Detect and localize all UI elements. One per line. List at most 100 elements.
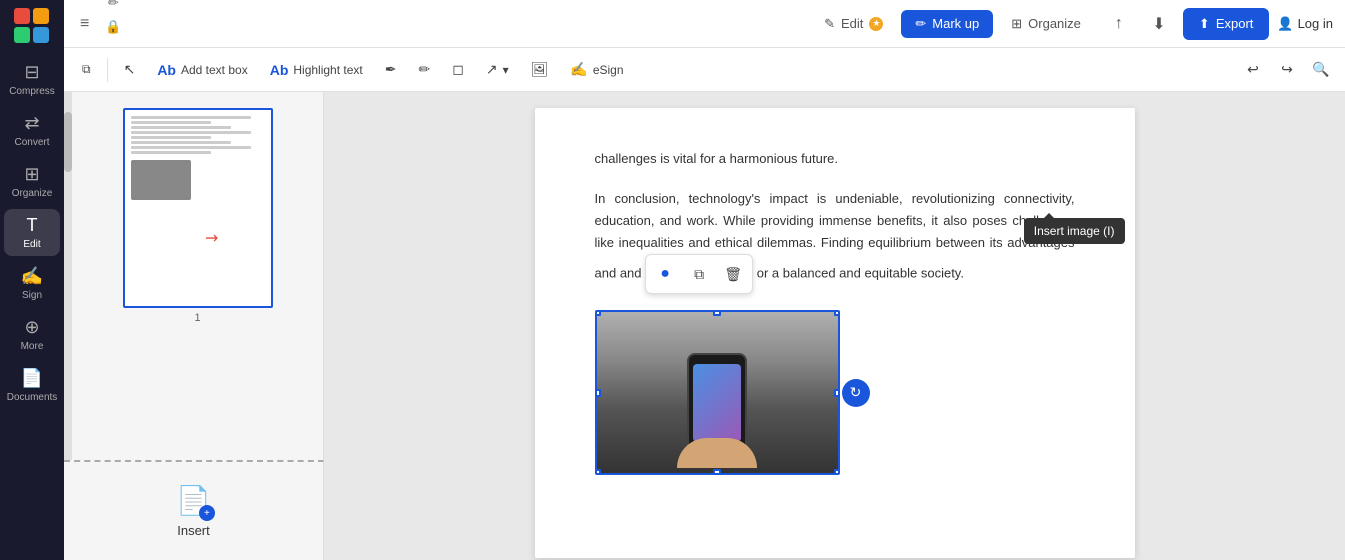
topbar-center: ✎ Edit ★ ✏ Mark up ⊞ Organize: [810, 10, 1095, 38]
thumb-image-placeholder: [131, 160, 191, 200]
convert-icon: ⇄: [24, 113, 39, 134]
organize-tab-icon: ⊞: [1011, 16, 1022, 32]
rotate-handle[interactable]: ↻: [842, 379, 870, 407]
thumb-line: [131, 121, 211, 124]
selection-handle-tr[interactable]: [834, 310, 840, 316]
arrow-button[interactable]: ↗ ▾: [476, 54, 519, 86]
red-arrow-indicator: ↗: [200, 226, 224, 250]
redo-button[interactable]: ↪: [1271, 54, 1303, 86]
tab-markup[interactable]: ✏ Mark up: [901, 10, 993, 38]
esign-button[interactable]: ✍ eSign: [560, 54, 633, 86]
sidebar-item-more[interactable]: ⊕ More: [4, 311, 60, 358]
sidebar-item-label: Compress: [9, 86, 55, 97]
insert-image-button[interactable]: 🖼: [521, 54, 559, 86]
toolbar-divider-1: [107, 58, 108, 82]
highlight-text-button[interactable]: Ab Highlight text: [260, 54, 373, 86]
edit-tab-icon: ✎: [824, 16, 835, 32]
scroll-thumb[interactable]: [64, 112, 72, 172]
sidebar-item-label: More: [21, 341, 44, 352]
undo-button[interactable]: ↩: [1237, 54, 1269, 86]
search-icon: 🔍: [1312, 61, 1329, 78]
image-icon: 🖼: [531, 61, 549, 78]
tab-edit[interactable]: ✎ Edit ★: [810, 10, 897, 38]
selection-handle-br[interactable]: [834, 469, 840, 475]
image-float-toolbar: ● ⧉ 🗑: [645, 254, 753, 294]
sidebar-item-sign[interactable]: ✍ Sign: [4, 260, 60, 307]
page-number: 1: [194, 312, 200, 324]
search-button[interactable]: 🔍: [1305, 54, 1337, 86]
add-text-label: Add text box: [181, 63, 248, 77]
insert-panel[interactable]: 📄 + Insert: [64, 460, 324, 560]
thumb-line: [131, 126, 232, 129]
undo-icon: ↩: [1247, 61, 1259, 78]
add-text-button[interactable]: Ab Add text box: [147, 54, 257, 86]
pdf-page: Insert image (I) challenges is vital for…: [535, 108, 1135, 558]
login-button[interactable]: 👤 Log in: [1277, 16, 1333, 32]
image-container[interactable]: ↻: [595, 310, 840, 475]
selection-handle-mr[interactable]: [834, 389, 840, 397]
thumbnail-inner: ↗: [125, 110, 271, 306]
select-tool-button[interactable]: ↖: [114, 54, 146, 86]
float-delete-button[interactable]: 🗑: [717, 258, 749, 290]
selection-handle-ml[interactable]: [595, 389, 601, 397]
eraser-icon: ◻: [452, 61, 464, 78]
documents-icon: 📄: [21, 368, 43, 389]
esign-label: eSign: [593, 63, 624, 77]
logo-quad-green: [14, 27, 30, 43]
download-button[interactable]: ⬇: [1143, 8, 1175, 40]
export-label: Export: [1216, 16, 1254, 31]
pen-icon: ✒: [385, 61, 397, 78]
sidebar-item-convert[interactable]: ⇄ Convert: [4, 107, 60, 154]
eraser-button[interactable]: ◻: [442, 54, 474, 86]
sidebar-item-label: Sign: [22, 290, 42, 301]
sidebar-item-documents[interactable]: 📄 Documents: [4, 362, 60, 409]
pen-button[interactable]: ✒: [375, 54, 407, 86]
float-copy-button[interactable]: ⧉: [683, 258, 715, 290]
selection-handle-bm[interactable]: [713, 469, 721, 475]
selected-image[interactable]: [595, 310, 840, 475]
pencil-button[interactable]: ✏: [408, 54, 440, 86]
sign-icon: ✍: [21, 266, 43, 287]
selection-handle-tl[interactable]: [595, 310, 601, 316]
edit-filename-icon[interactable]: ✏: [101, 0, 125, 15]
organize-tab-label: Organize: [1028, 16, 1081, 31]
selection-handle-tm[interactable]: [713, 310, 721, 316]
editor-area[interactable]: Insert image (I) challenges is vital for…: [324, 92, 1345, 560]
redo-icon: ↪: [1281, 61, 1293, 78]
organize-icon: ⊞: [24, 164, 39, 185]
paragraph-2-end-text: or a balanced and equitable society.: [757, 266, 964, 281]
topbar-right: ↑ ⬇ ⬆ Export 👤 Log in: [1103, 8, 1333, 40]
add-text-icon: Ab: [157, 62, 176, 78]
page-thumbnail-1[interactable]: ↗ 1: [123, 108, 273, 324]
float-color-button[interactable]: ●: [649, 258, 681, 290]
login-label: Log in: [1298, 16, 1333, 31]
hamburger-menu[interactable]: ≡: [76, 11, 93, 37]
sidebar-item-label: Edit: [23, 239, 40, 250]
delete-icon: 🗑: [724, 266, 742, 283]
thumb-line: [131, 131, 252, 134]
scroll-track[interactable]: [64, 92, 72, 460]
content-area: ↗ 1 📄 + Insert: [64, 92, 1345, 560]
sidebar-item-label: Documents: [7, 392, 58, 403]
sidebar-item-compress[interactable]: ⊟ Compress: [4, 56, 60, 103]
export-button[interactable]: ⬆ Export: [1183, 8, 1269, 40]
main-area: ≡ sample english pdf.pdf ✏ 🔒 80 kB · Sav…: [64, 0, 1345, 560]
thumb-line: [131, 146, 252, 149]
tab-organize[interactable]: ⊞ Organize: [997, 10, 1095, 38]
sidebar-item-label: Convert: [14, 137, 49, 148]
markup-tab-label: Mark up: [932, 16, 979, 31]
export-icon: ⬆: [1199, 16, 1210, 32]
phone-holder: [682, 353, 752, 463]
thumb-line: [131, 116, 252, 119]
panel-icon: ⧉: [82, 62, 91, 77]
more-icon: ⊕: [24, 317, 39, 338]
sidebar-item-organize[interactable]: ⊞ Organize: [4, 158, 60, 205]
lock-icon[interactable]: 🔒: [101, 15, 125, 39]
sidebar: ⊟ Compress ⇄ Convert ⊞ Organize T Edit ✍…: [0, 0, 64, 560]
color-circle-icon: ●: [660, 265, 670, 283]
selection-handle-bl[interactable]: [595, 469, 601, 475]
thumb-line: [131, 141, 232, 144]
sidebar-item-edit[interactable]: T Edit: [4, 209, 60, 256]
share-button[interactable]: ↑: [1103, 8, 1135, 40]
toggle-thumbnail-panel-button[interactable]: ⧉: [72, 54, 101, 86]
